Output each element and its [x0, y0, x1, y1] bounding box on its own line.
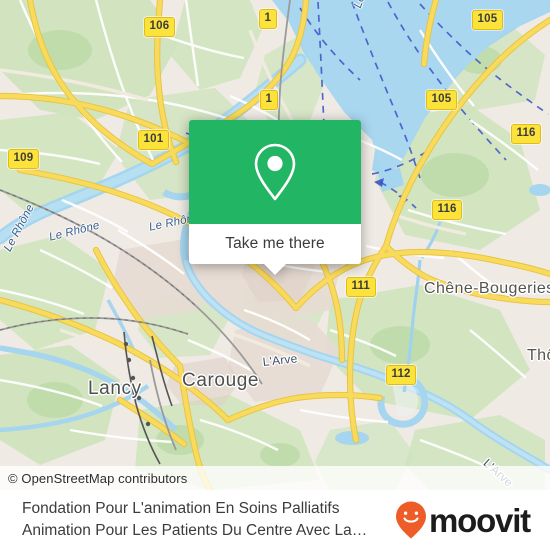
- road-shield-101[interactable]: 101: [138, 130, 169, 150]
- road-shield-116-west[interactable]: 116: [432, 200, 463, 220]
- popup-tail: [264, 264, 286, 275]
- map-attribution-text[interactable]: © OpenStreetMap contributors: [0, 471, 187, 486]
- map-pin-icon: [254, 143, 296, 201]
- moovit-wordmark: moovit: [429, 501, 531, 539]
- footer-bar: Fondation Pour L'animation En Soins Pall…: [0, 490, 550, 550]
- take-me-there-label: Take me there: [225, 235, 325, 252]
- take-me-there-button[interactable]: Take me there: [189, 224, 361, 264]
- road-shield-1-south[interactable]: 1: [260, 90, 278, 110]
- road-shield-109[interactable]: 109: [8, 149, 39, 169]
- place-title: Fondation Pour L'animation En Soins Pall…: [22, 500, 368, 539]
- moovit-smiley-pin-icon: [396, 501, 426, 539]
- road-shield-1-north[interactable]: 1: [259, 9, 277, 29]
- road-shield-105-shore[interactable]: 105: [426, 90, 457, 110]
- road-shield-116-east[interactable]: 116: [511, 124, 542, 144]
- map-preview-screen: Carouge Lancy Chêne-Bougeries Thô Le Rhô…: [0, 0, 550, 550]
- map-canvas[interactable]: Carouge Lancy Chêne-Bougeries Thô Le Rhô…: [0, 0, 550, 490]
- road-shield-111[interactable]: 111: [346, 277, 376, 297]
- map-attribution-bar: © OpenStreetMap contributors: [0, 466, 550, 490]
- popup-hero: [189, 120, 361, 224]
- place-popup-card[interactable]: Take me there: [189, 120, 361, 275]
- road-shield-105-north[interactable]: 105: [472, 10, 503, 30]
- moovit-brand[interactable]: moovit: [394, 500, 544, 540]
- road-shield-106[interactable]: 106: [144, 17, 175, 37]
- road-shield-112[interactable]: 112: [386, 365, 417, 385]
